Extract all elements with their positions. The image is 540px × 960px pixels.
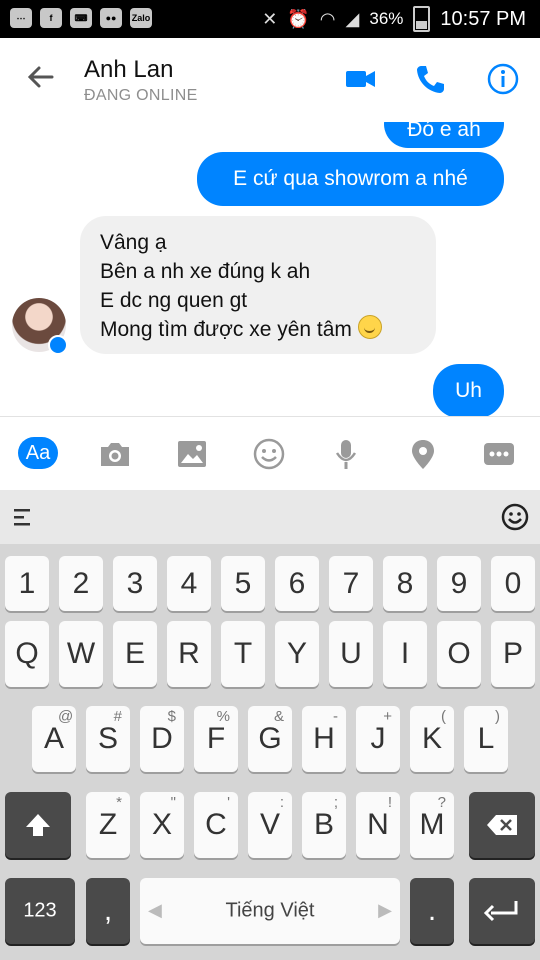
- message-line: E dc ng quen gt: [100, 289, 248, 312]
- more-icon[interactable]: [482, 437, 516, 471]
- key-r[interactable]: R: [167, 621, 211, 687]
- text-input-button[interactable]: Aa: [18, 437, 58, 469]
- backspace-icon: [487, 815, 517, 835]
- location-icon[interactable]: [406, 437, 440, 471]
- message-line: Mong tìm được xe yên tâm: [100, 318, 352, 341]
- key-x[interactable]: " X: [140, 792, 184, 858]
- wifi-icon: ◠: [319, 8, 336, 29]
- key-a[interactable]: @ A: [32, 706, 76, 772]
- key-b[interactable]: ; B: [302, 792, 346, 858]
- key-p[interactable]: P: [491, 621, 535, 687]
- key-q[interactable]: Q: [5, 621, 49, 687]
- smiley-emoji-icon: [357, 315, 382, 339]
- signal-icon: ◢: [345, 8, 360, 29]
- key-d[interactable]: $ D: [140, 706, 184, 772]
- key-4[interactable]: 4: [167, 556, 211, 611]
- key-0[interactable]: 0: [491, 556, 535, 611]
- key-j[interactable]: + J: [356, 706, 400, 772]
- clock: 10:57 PM: [440, 7, 526, 30]
- key-u[interactable]: U: [329, 621, 373, 687]
- key-8[interactable]: 8: [383, 556, 427, 611]
- zalo-notification-icon: Zalo: [130, 8, 152, 28]
- facebook-notification-icon: f: [40, 8, 62, 28]
- key-e[interactable]: E: [113, 621, 157, 687]
- camera-icon[interactable]: [98, 437, 132, 471]
- numbers-key[interactable]: 123: [5, 878, 75, 944]
- back-arrow-icon[interactable]: [24, 60, 58, 94]
- key-9[interactable]: 9: [437, 556, 481, 611]
- phone-icon[interactable]: [414, 62, 448, 96]
- key-7[interactable]: 7: [329, 556, 373, 611]
- keyboard-notification-icon: ⌨: [70, 8, 92, 28]
- key-v[interactable]: :V: [248, 792, 292, 858]
- message-list[interactable]: Đó e ah E cứ qua showrom a nhé Vâng ạ Bê…: [0, 122, 540, 416]
- notification-icons: ⋯ f ⌨ ●● Zalo: [10, 8, 152, 28]
- battery-percent: 36%: [369, 9, 404, 28]
- key-c[interactable]: ' C: [194, 792, 238, 858]
- key-2[interactable]: 2: [59, 556, 103, 611]
- key-k[interactable]: (K: [410, 706, 454, 772]
- contacts-notification-icon: ●●: [100, 8, 122, 28]
- space-key[interactable]: ◀ Tiếng Việt ▶: [140, 878, 400, 944]
- key-n[interactable]: ! N: [356, 792, 400, 858]
- shift-icon: [26, 814, 50, 836]
- comma-key[interactable]: ,: [86, 878, 130, 944]
- menu-icon[interactable]: [12, 506, 34, 528]
- outgoing-message[interactable]: Đó e ah: [384, 122, 504, 148]
- key-l[interactable]: ) L: [464, 706, 508, 772]
- info-icon[interactable]: [486, 62, 520, 96]
- emoji-icon[interactable]: [252, 437, 286, 471]
- keyboard: 1 2 3 4 5 6 7 8 9 0 Q W E R T Y U I O P …: [0, 544, 540, 960]
- key-6[interactable]: 6: [275, 556, 319, 611]
- key-z[interactable]: * Z: [86, 792, 130, 858]
- conversation-header: Anh Lan ĐANG ONLINE: [0, 38, 540, 123]
- status-bar: ⋯ f ⌨ ●● Zalo ✕ ⏰ ◠ ◢ 36% 10:57 PM: [0, 0, 540, 38]
- key-w[interactable]: W: [59, 621, 103, 687]
- messenger-notification-icon: ⋯: [10, 8, 32, 28]
- battery-icon: [413, 6, 431, 32]
- contact-name: Anh Lan: [84, 56, 174, 83]
- outgoing-message[interactable]: Uh: [433, 364, 504, 416]
- key-i[interactable]: I: [383, 621, 427, 687]
- backspace-key[interactable]: [469, 792, 535, 858]
- image-icon[interactable]: [175, 437, 209, 471]
- period-key[interactable]: .: [410, 878, 454, 944]
- message-line: Vâng ạ: [100, 231, 167, 254]
- shift-key[interactable]: [5, 792, 71, 858]
- enter-icon: [483, 901, 518, 922]
- video-call-icon[interactable]: [344, 62, 378, 96]
- chevron-right-icon: ▶: [378, 900, 392, 920]
- key-s[interactable]: # S: [86, 706, 130, 772]
- key-o[interactable]: O: [437, 621, 481, 687]
- enter-key[interactable]: [469, 878, 535, 944]
- emoji-keyboard-icon[interactable]: [501, 503, 529, 531]
- key-h[interactable]: -H: [302, 706, 346, 772]
- key-3[interactable]: 3: [113, 556, 157, 611]
- key-y[interactable]: Y: [275, 621, 319, 687]
- incoming-message[interactable]: Vâng ạ Bên a nh xe đúng k ah E dc ng que…: [80, 216, 436, 354]
- messenger-badge-icon: [48, 335, 68, 355]
- key-f[interactable]: % F: [194, 706, 238, 772]
- mute-icon: ✕: [262, 8, 278, 29]
- key-g[interactable]: & G: [248, 706, 292, 772]
- alarm-icon: ⏰: [287, 8, 310, 29]
- status-right: ✕ ⏰ ◠ ◢ 36% 10:57 PM: [262, 6, 526, 32]
- key-t[interactable]: T: [221, 621, 265, 687]
- composer-toolbar: Aa: [0, 416, 540, 491]
- key-5[interactable]: 5: [221, 556, 265, 611]
- message-line: Bên a nh xe đúng k ah: [100, 260, 311, 283]
- online-status: ĐANG ONLINE: [84, 87, 198, 104]
- microphone-icon[interactable]: [329, 437, 363, 471]
- key-1[interactable]: 1: [5, 556, 49, 611]
- outgoing-message[interactable]: E cứ qua showrom a nhé: [197, 152, 504, 206]
- key-m[interactable]: ? M: [410, 792, 454, 858]
- keyboard-toolbar: [0, 490, 540, 544]
